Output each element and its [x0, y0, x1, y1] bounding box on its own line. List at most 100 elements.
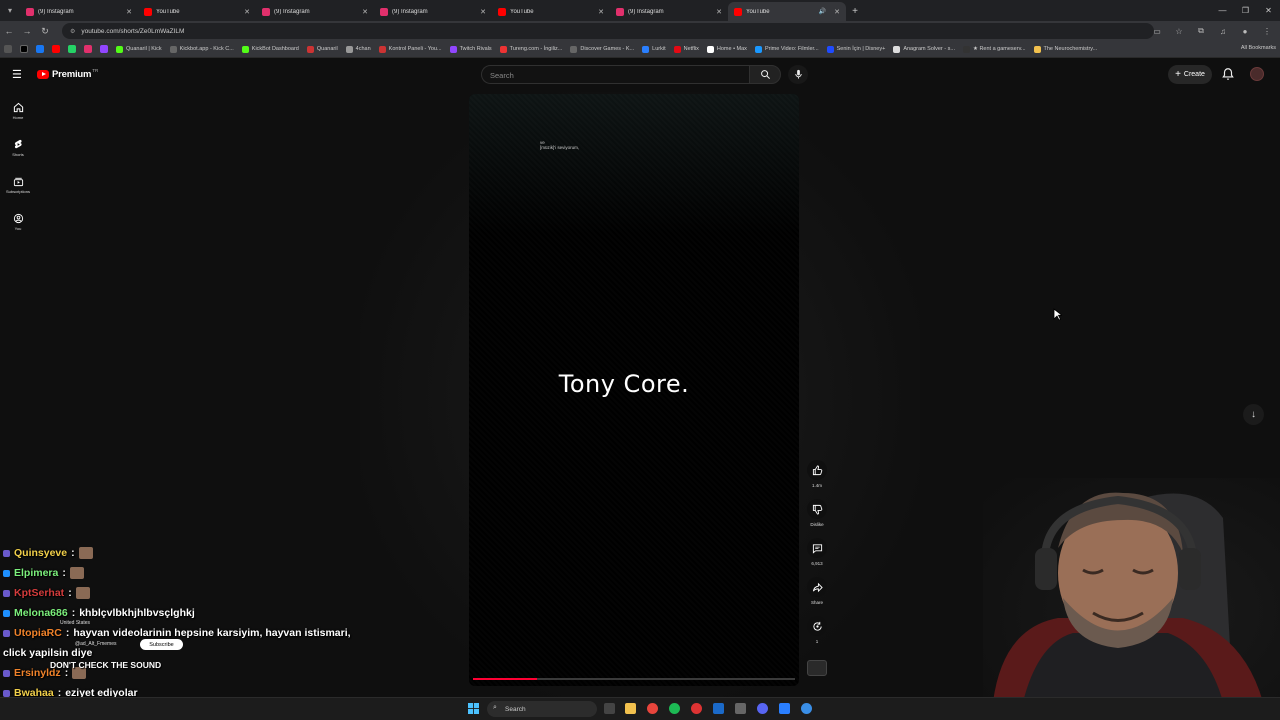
close-tab-icon[interactable]: ✕: [834, 8, 840, 16]
youtube-premium-logo[interactable]: Premium TR: [37, 68, 98, 80]
windows-start-icon[interactable]: [468, 703, 479, 714]
address-bar[interactable]: ⚙ youtube.com/shorts/Ze0LmWaZILM: [62, 23, 1154, 39]
browser-tab[interactable]: YouTube ✕: [492, 2, 610, 21]
bookmark-item[interactable]: Senin İçin | Disney+: [826, 45, 885, 53]
bookmark-item[interactable]: Tureng.com - İngiliz...: [499, 45, 562, 53]
comments-button[interactable]: [807, 538, 827, 558]
all-bookmarks[interactable]: All Bookmarks: [1241, 45, 1276, 51]
reload-icon[interactable]: ↻: [36, 26, 54, 37]
bookmark-item[interactable]: Home • Max: [706, 45, 747, 53]
discord-icon[interactable]: [757, 703, 768, 714]
twitch-bookmark-icon[interactable]: [100, 45, 108, 53]
browser-tab[interactable]: YouTube ✕: [138, 2, 256, 21]
new-tab-button[interactable]: +: [846, 2, 864, 21]
chat-message: Quinsyeve:: [3, 543, 351, 563]
bookmark-item[interactable]: Discover Games - K...: [570, 45, 634, 53]
tab-title: (9) Instagram: [628, 8, 664, 15]
maximize-icon[interactable]: ❐: [1234, 0, 1257, 21]
instagram-bookmark-icon[interactable]: [84, 45, 92, 53]
close-tab-icon[interactable]: ✕: [480, 8, 486, 16]
close-tab-icon[interactable]: ✕: [362, 8, 368, 16]
youtube-bookmark-icon[interactable]: [52, 45, 60, 53]
bookmark-label: Home • Max: [716, 46, 747, 52]
bookmark-item[interactable]: Kontrol Paneli - You...: [378, 45, 442, 53]
bookmark-item[interactable]: Quanaril | Kick: [116, 45, 162, 53]
search-button[interactable]: [749, 65, 781, 84]
x-bookmark-icon[interactable]: [20, 45, 28, 53]
next-short-button[interactable]: ↓: [1243, 404, 1264, 425]
browser-tab[interactable]: (9) Instagram ✕: [256, 2, 374, 21]
comments-action[interactable]: 6,913: [806, 538, 828, 577]
tab-search-menu-icon[interactable]: ▾: [0, 0, 20, 21]
dislike-action[interactable]: Dislike: [806, 499, 828, 538]
nav-home[interactable]: Home: [0, 92, 36, 129]
browser-tab[interactable]: (9) Instagram ✕: [20, 2, 138, 21]
nav-you[interactable]: You: [0, 203, 36, 240]
browser-tab[interactable]: YouTube 🔊 ✕: [728, 2, 846, 21]
bookmark-item[interactable]: ★ Rent a gameserv...: [962, 45, 1026, 53]
calculator-icon[interactable]: [735, 703, 746, 714]
bookmark-item[interactable]: Anagram Solver - s...: [893, 45, 955, 53]
sound-thumbnail[interactable]: [807, 660, 827, 676]
settings-app-icon[interactable]: [801, 703, 812, 714]
bookmark-item[interactable]: 4chan: [345, 45, 371, 53]
bookmark-item[interactable]: KickBot Dashboard: [241, 45, 299, 53]
taskbar-search[interactable]: ⌕ Search: [487, 701, 597, 717]
guide-menu-icon[interactable]: ☰: [12, 68, 22, 81]
account-avatar[interactable]: [1250, 67, 1264, 81]
voice-search-button[interactable]: [788, 65, 808, 84]
subscribe-button[interactable]: Subscribe: [140, 639, 183, 650]
bookmark-item[interactable]: Twitch Rivals: [449, 45, 492, 53]
remix-button[interactable]: [807, 616, 827, 636]
nav-subscriptions[interactable]: Subscriptions: [0, 166, 36, 203]
close-tab-icon[interactable]: ✕: [244, 8, 250, 16]
close-tab-icon[interactable]: ✕: [126, 8, 132, 16]
back-icon[interactable]: ←: [0, 26, 18, 36]
obs-icon[interactable]: [691, 703, 702, 714]
forward-icon[interactable]: →: [18, 26, 36, 36]
bookmark-star-icon[interactable]: ☆: [1172, 24, 1186, 38]
bookmark-item[interactable]: Kickbot.app - Kick C...: [169, 45, 234, 53]
create-button[interactable]: + Create: [1168, 65, 1212, 84]
extensions-icon[interactable]: ⧉: [1194, 24, 1208, 38]
close-window-icon[interactable]: ✕: [1257, 0, 1280, 21]
bookmark-item[interactable]: Lurkit: [642, 45, 666, 53]
whatsapp-bookmark-icon[interactable]: [68, 45, 76, 53]
share-button[interactable]: [807, 577, 827, 597]
profile-icon[interactable]: ●: [1238, 24, 1252, 38]
app-icon[interactable]: [779, 703, 790, 714]
comment-count: 6,913: [811, 561, 823, 566]
chrome-icon[interactable]: [647, 703, 658, 714]
cast-icon[interactable]: ▭: [1150, 24, 1164, 38]
search-input[interactable]: Search: [481, 65, 749, 84]
tab-audio-icon[interactable]: 🔊: [819, 8, 826, 15]
dislike-button[interactable]: [807, 499, 827, 519]
remix-action[interactable]: 1: [806, 616, 828, 655]
bookmark-item[interactable]: Netflix: [673, 45, 699, 53]
like-button[interactable]: [807, 460, 827, 480]
video-progress-bar[interactable]: [473, 678, 795, 680]
notifications-bell-icon[interactable]: [1221, 67, 1235, 81]
close-tab-icon[interactable]: ✕: [716, 8, 722, 16]
share-action[interactable]: Share: [806, 577, 828, 616]
nav-shorts[interactable]: Shorts: [0, 129, 36, 166]
bookmark-item[interactable]: The Neurochemistry...: [1033, 45, 1097, 53]
file-explorer-icon[interactable]: [625, 703, 636, 714]
minimize-icon[interactable]: —: [1211, 0, 1234, 21]
apps-icon[interactable]: [4, 45, 12, 53]
webcam-feed: [983, 478, 1280, 702]
media-controls-icon[interactable]: ♫: [1216, 24, 1230, 38]
site-info-icon[interactable]: ⚙: [70, 28, 75, 35]
close-tab-icon[interactable]: ✕: [598, 8, 604, 16]
browser-menu-icon[interactable]: ⋮: [1260, 24, 1274, 38]
like-action[interactable]: 1.4m: [806, 460, 828, 499]
bookmark-item[interactable]: Prime Video: Filmler...: [754, 45, 819, 53]
facebook-bookmark-icon[interactable]: [36, 45, 44, 53]
task-view-icon[interactable]: [604, 703, 615, 714]
steam-icon[interactable]: [713, 703, 724, 714]
bookmark-item[interactable]: Quanaril: [306, 45, 338, 53]
short-video-player[interactable]: ve [müzik]'i seviyorum, Tony Core.: [469, 94, 799, 686]
spotify-icon[interactable]: [669, 703, 680, 714]
browser-tab[interactable]: (9) Instagram ✕: [610, 2, 728, 21]
browser-tab[interactable]: (9) Instagram ✕: [374, 2, 492, 21]
